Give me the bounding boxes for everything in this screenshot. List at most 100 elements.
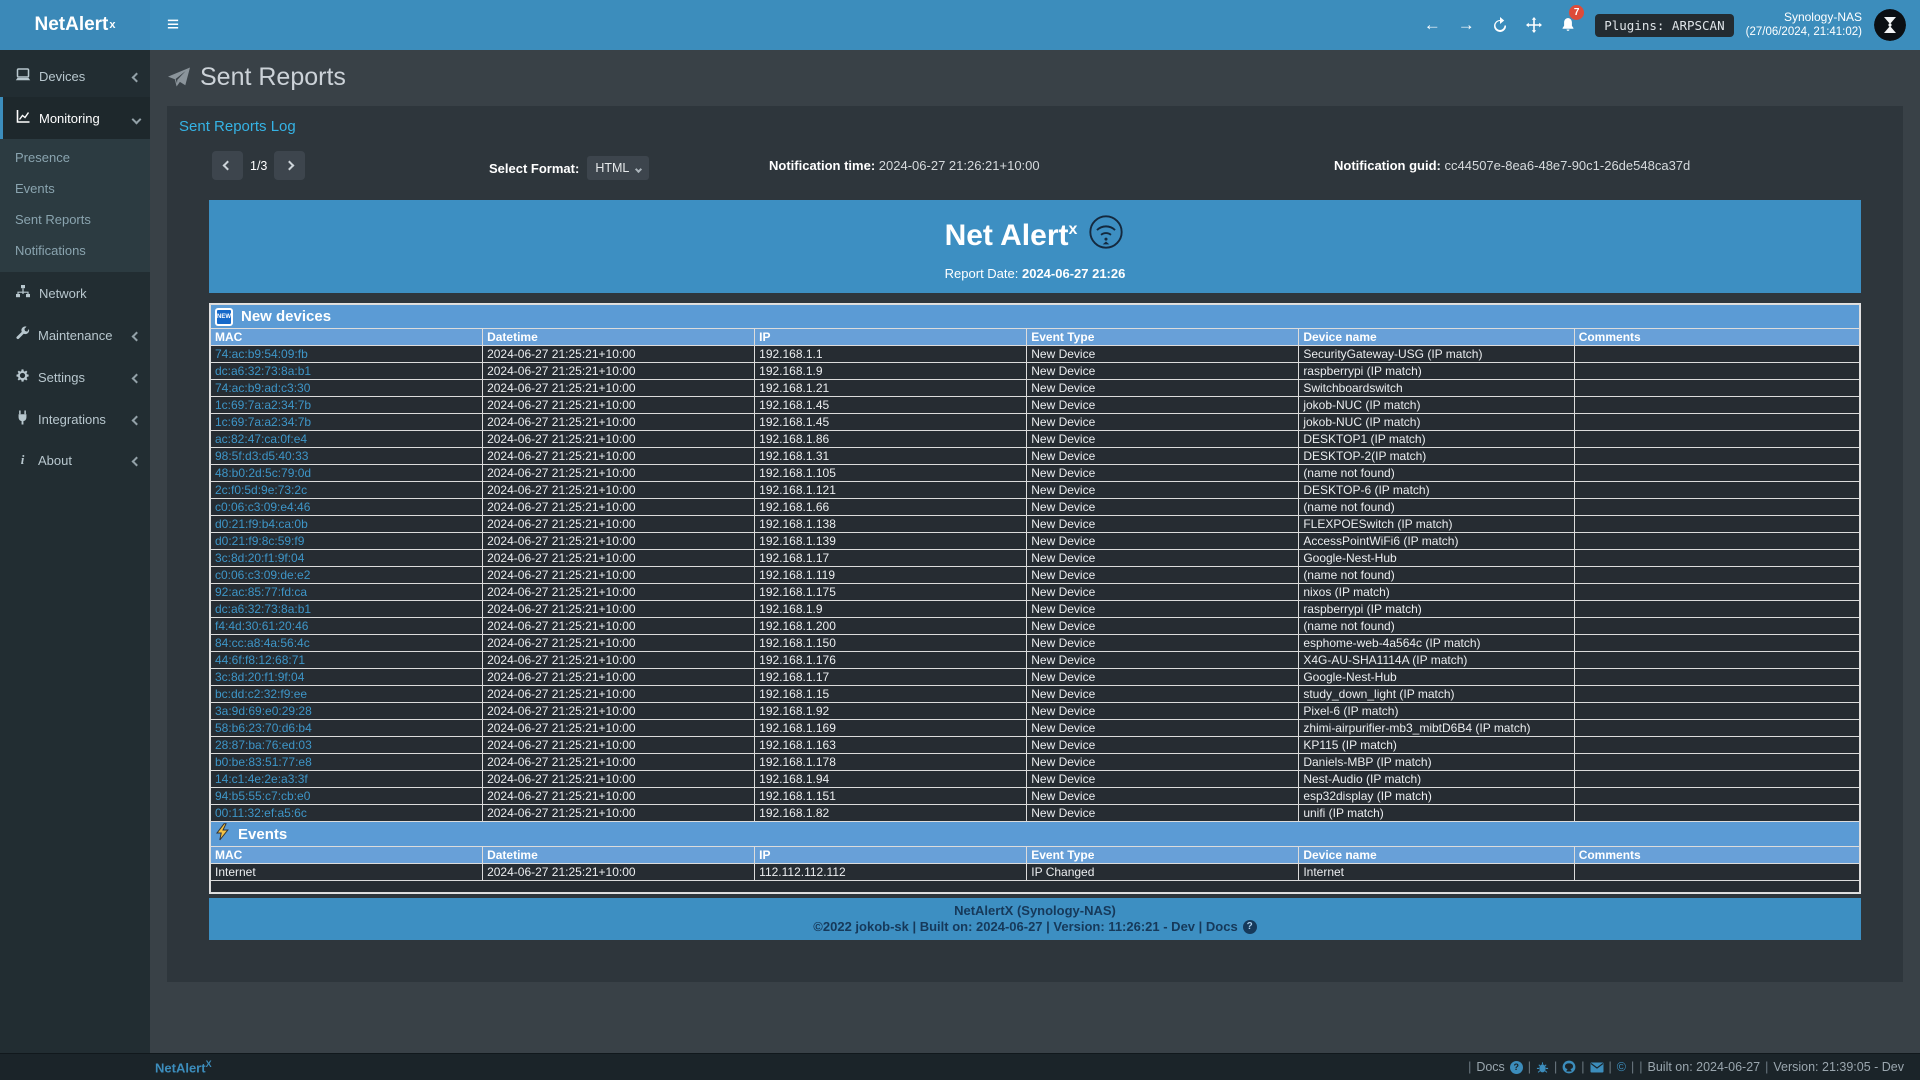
event-type-cell: New Device xyxy=(1027,720,1299,737)
sidebar-item-sent-reports[interactable]: Sent Reports xyxy=(0,204,150,235)
mac-cell: 2c:f0:5d:9e:73:2c xyxy=(211,482,483,499)
mac-cell: c0:06:c3:09:e4:46 xyxy=(211,499,483,516)
mac-link[interactable]: 00:11:32:ef:a5:6c xyxy=(215,806,307,820)
mac-link[interactable]: 14:c1:4e:2e:a3:3f xyxy=(215,772,308,786)
mac-link[interactable]: 74:ac:b9:54:09:fb xyxy=(215,347,308,361)
mac-link[interactable]: 94:b5:55:c7:cb:e0 xyxy=(215,789,310,803)
ip-cell: 192.168.1.119 xyxy=(755,567,1027,584)
mac-link[interactable]: b0:be:83:51:77:e8 xyxy=(215,755,312,769)
mac-link[interactable]: 2c:f0:5d:9e:73:2c xyxy=(215,483,307,497)
report-table: NEWNew devices MAC Datetime IP Event Typ… xyxy=(210,304,1860,893)
host-info: Synology-NAS (27/06/2024, 21:41:02) xyxy=(1746,10,1862,41)
sidebar-item-presence[interactable]: Presence xyxy=(0,142,150,173)
mac-link[interactable]: 92:ac:85:77:fd:ca xyxy=(215,585,307,599)
ip-cell: 192.168.1.94 xyxy=(755,771,1027,788)
mac-link[interactable]: 98:5f:d3:d5:40:33 xyxy=(215,449,308,463)
user-avatar[interactable] xyxy=(1874,9,1906,41)
plugins-badge: Plugins: ARPSCAN xyxy=(1595,14,1733,37)
docs-link[interactable]: Docs xyxy=(1476,1060,1504,1074)
event-type-cell: New Device xyxy=(1027,652,1299,669)
mac-link[interactable]: d0:21:f9:b4:ca:0b xyxy=(215,517,308,531)
comments-cell xyxy=(1574,363,1859,380)
mac-link[interactable]: dc:a6:32:73:8a:b1 xyxy=(215,602,311,616)
device-name-cell: raspberrypi (IP match) xyxy=(1299,363,1574,380)
mac-link[interactable]: 1c:69:7a:a2:34:7b xyxy=(215,415,311,429)
sidebar-item-maintenance[interactable]: Maintenance xyxy=(0,314,150,356)
sidebar-toggle-icon[interactable]: ≡ xyxy=(150,0,196,50)
mac-link[interactable]: bc:dd:c2:32:f9:ee xyxy=(215,687,307,701)
ip-cell: 192.168.1.21 xyxy=(755,380,1027,397)
datetime-cell: 2024-06-27 21:25:21+10:00 xyxy=(483,771,755,788)
mac-link[interactable]: 3c:8d:20:f1:9f:04 xyxy=(215,551,304,565)
next-page-button[interactable] xyxy=(274,151,305,180)
bell-icon[interactable]: 7 xyxy=(1551,0,1585,50)
notification-guid: Notification guid: cc44507e-8ea6-48e7-90… xyxy=(1334,158,1690,173)
sidebar-item-label: About xyxy=(38,453,72,468)
question-circle-icon[interactable]: ? xyxy=(1510,1061,1523,1074)
mac-link[interactable]: 74:ac:b9:ad:c3:30 xyxy=(215,381,310,395)
mac-link[interactable]: 58:b6:23:70:d6:b4 xyxy=(215,721,312,735)
move-icon[interactable] xyxy=(1517,0,1551,50)
mac-link[interactable]: dc:a6:32:73:8a:b1 xyxy=(215,364,311,378)
mac-link[interactable]: f4:4d:30:61:20:46 xyxy=(215,619,308,633)
comments-cell xyxy=(1574,380,1859,397)
sidebar-item-notifications[interactable]: Notifications xyxy=(0,235,150,266)
copyright-icon[interactable]: © xyxy=(1617,1060,1626,1074)
footer-brand[interactable]: NetAlertX xyxy=(155,1059,212,1075)
comments-cell xyxy=(1574,431,1859,448)
comments-cell xyxy=(1574,720,1859,737)
mac-cell: 28:87:ba:76:ed:03 xyxy=(211,737,483,754)
refresh-icon[interactable] xyxy=(1483,0,1517,50)
envelope-icon[interactable] xyxy=(1590,1062,1604,1073)
datetime-cell: 2024-06-27 21:25:21+10:00 xyxy=(483,703,755,720)
mac-link[interactable]: 44:6f:f8:12:68:71 xyxy=(215,653,305,667)
page-indicator: 1/3 xyxy=(250,159,267,173)
sidebar-item-events[interactable]: Events xyxy=(0,173,150,204)
mac-cell: bc:dd:c2:32:f9:ee xyxy=(211,686,483,703)
question-circle-icon[interactable]: ? xyxy=(1243,920,1257,934)
mac-link[interactable]: 84:cc:a8:4a:56:4c xyxy=(215,636,310,650)
mac-link[interactable]: d0:21:f9:8c:59:f9 xyxy=(215,534,304,548)
mac-cell: d0:21:f9:b4:ca:0b xyxy=(211,516,483,533)
mac-cell: dc:a6:32:73:8a:b1 xyxy=(211,363,483,380)
mac-link[interactable]: 48:b0:2d:5c:79:0d xyxy=(215,466,311,480)
chevron-left-icon xyxy=(133,453,140,468)
mac-link[interactable]: ac:82:47:ca:0f:e4 xyxy=(215,432,307,446)
datetime-cell: 2024-06-27 21:25:21+10:00 xyxy=(483,754,755,771)
sidebar-item-about[interactable]: i About xyxy=(0,440,150,480)
report-pager: 1/3 xyxy=(212,151,305,180)
datetime-cell: 2024-06-27 21:25:21+10:00 xyxy=(483,864,755,881)
prev-page-button[interactable] xyxy=(212,151,243,180)
back-arrow-icon[interactable]: ← xyxy=(1415,0,1449,50)
sidebar-item-integrations[interactable]: Integrations xyxy=(0,398,150,440)
format-select[interactable]: HTML xyxy=(587,156,649,180)
mac-link[interactable]: 1c:69:7a:a2:34:7b xyxy=(215,398,311,412)
sidebar-item-label: Settings xyxy=(38,370,85,385)
mac-link[interactable]: c0:06:c3:09:de:e2 xyxy=(215,568,310,582)
mac-link[interactable]: 28:87:ba:76:ed:03 xyxy=(215,738,312,752)
device-name-cell: unifi (IP match) xyxy=(1299,805,1574,822)
mac-link[interactable]: c0:06:c3:09:e4:46 xyxy=(215,500,310,514)
mac-link[interactable]: 3a:9d:69:e0:29:28 xyxy=(215,704,312,718)
notification-time: Notification time: 2024-06-27 21:26:21+1… xyxy=(769,158,1040,173)
chevron-left-icon xyxy=(133,69,140,84)
forward-arrow-icon[interactable]: → xyxy=(1449,0,1483,50)
github-icon[interactable] xyxy=(1562,1060,1576,1074)
datetime-cell: 2024-06-27 21:25:21+10:00 xyxy=(483,533,755,550)
event-type-cell: New Device xyxy=(1027,363,1299,380)
sidebar-item-settings[interactable]: Settings xyxy=(0,356,150,398)
table-header-row: MAC Datetime IP Event Type Device name C… xyxy=(211,329,1860,346)
sidebar-item-devices[interactable]: Devices xyxy=(0,55,150,97)
comments-cell xyxy=(1574,584,1859,601)
sidebar-item-network[interactable]: Network xyxy=(0,272,150,314)
bug-icon[interactable] xyxy=(1536,1061,1549,1074)
sent-reports-log-link[interactable]: Sent Reports Log xyxy=(179,118,296,135)
event-type-cell: New Device xyxy=(1027,431,1299,448)
mac-link[interactable]: 3c:8d:20:f1:9f:04 xyxy=(215,670,304,684)
events-section-header: Events xyxy=(211,822,1860,847)
sidebar-item-monitoring[interactable]: Monitoring xyxy=(0,97,150,139)
app-logo[interactable]: NetAlertx xyxy=(0,0,150,50)
device-name-cell: esp32display (IP match) xyxy=(1299,788,1574,805)
table-header-row: MAC Datetime IP Event Type Device name C… xyxy=(211,847,1860,864)
ip-cell: 192.168.1.9 xyxy=(755,601,1027,618)
